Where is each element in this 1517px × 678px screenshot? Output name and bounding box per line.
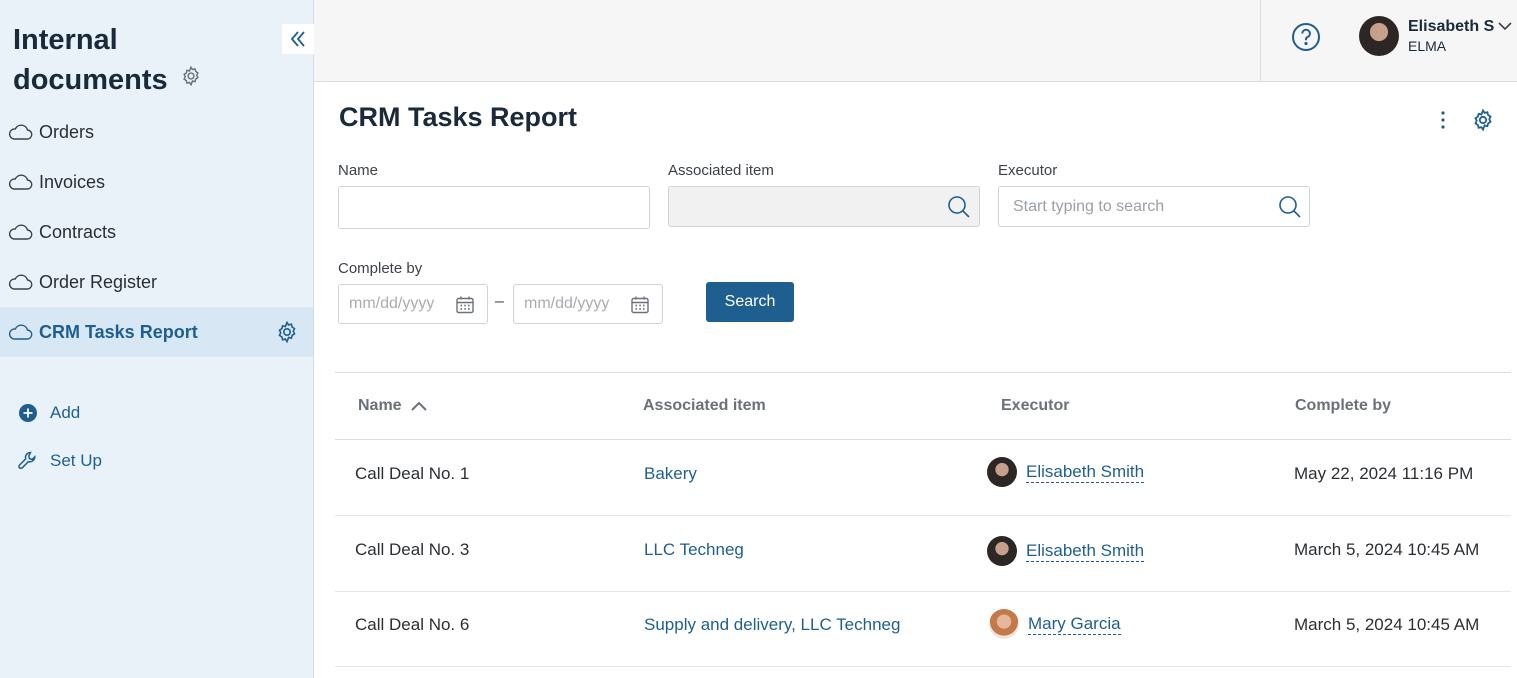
task-name[interactable]: Call Deal No. 1 (355, 464, 469, 484)
date-range-separator: – (495, 293, 504, 310)
cloud-icon (8, 174, 33, 190)
executor-link[interactable]: Mary Garcia (1028, 614, 1121, 635)
executor-search-input[interactable] (998, 186, 1310, 227)
plus-circle-icon (16, 403, 40, 423)
sidebar-item-orders[interactable]: Orders (0, 107, 313, 157)
associated-item-filter-input[interactable] (668, 186, 980, 227)
app-settings-gear-icon[interactable] (180, 58, 202, 98)
executor-cell: Elisabeth Smith (987, 536, 1145, 566)
collapse-sidebar-button[interactable] (282, 24, 314, 54)
associated-item-link[interactable]: Supply and delivery, LLC Techneg (644, 615, 900, 635)
search-icon[interactable] (1277, 194, 1303, 220)
user-name: Elisabeth S (1408, 18, 1495, 35)
avatar (987, 457, 1017, 487)
page-settings-button[interactable] (1471, 108, 1495, 137)
column-header-complete-by[interactable]: Complete by (1295, 397, 1391, 415)
cloud-icon (8, 224, 33, 240)
executor-filter-label: Executor (998, 162, 1058, 179)
name-filter-input[interactable] (338, 186, 650, 229)
executor-link[interactable]: Elisabeth Smith (1026, 541, 1145, 562)
setup-label: Set Up (50, 451, 102, 470)
cloud-icon (8, 274, 33, 290)
question-circle-icon (1292, 23, 1320, 51)
complete-by-date: March 5, 2024 10:45 AM (1294, 540, 1480, 559)
top-bar: Elisabeth S ELMA (314, 0, 1517, 82)
help-button[interactable] (1291, 22, 1321, 57)
search-button[interactable]: Search (706, 282, 794, 322)
date-from-input[interactable]: mm/dd/yyyy (338, 284, 488, 324)
double-chevron-left-icon (290, 31, 305, 47)
sidebar: Internal documents Orders Invoices Contr… (0, 0, 314, 678)
executor-cell: Elisabeth Smith (987, 457, 1145, 487)
complete-by-date: March 5, 2024 10:45 AM (1294, 615, 1480, 634)
avatar (1359, 16, 1399, 56)
complete-by-filter-label: Complete by (338, 260, 423, 277)
sidebar-item-label: Order Register (39, 271, 158, 292)
table-row[interactable]: Call Deal No. 3 LLC Techneg Elisabeth Sm… (335, 516, 1511, 592)
cloud-icon (8, 124, 33, 140)
date-to-input[interactable]: mm/dd/yyyy (513, 284, 663, 324)
executor-cell: Mary Garcia (989, 609, 1121, 639)
wrench-icon (16, 449, 40, 473)
add-button[interactable]: Add (16, 403, 80, 423)
search-icon[interactable] (946, 194, 972, 220)
associated-item-link[interactable]: Bakery (644, 464, 697, 484)
add-label: Add (50, 403, 81, 422)
executor-link[interactable]: Elisabeth Smith (1026, 462, 1145, 483)
sidebar-item-invoices[interactable]: Invoices (0, 157, 313, 207)
gear-icon (1474, 108, 1492, 132)
column-header-name[interactable]: Name (358, 397, 428, 415)
sidebar-item-crm-tasks-report[interactable]: CRM Tasks Report (0, 307, 313, 357)
calendar-icon[interactable] (630, 295, 650, 315)
complete-by-date: May 22, 2024 11:16 PM (1294, 464, 1474, 483)
table-row[interactable]: Call Deal No. 6 Supply and delivery, LLC… (335, 591, 1511, 667)
associated-item-filter-label: Associated item (668, 162, 774, 179)
date-to-placeholder: mm/dd/yyyy (524, 295, 610, 312)
task-name[interactable]: Call Deal No. 3 (355, 540, 469, 560)
kebab-menu-icon (1441, 111, 1445, 129)
column-header-label: Name (358, 397, 402, 414)
user-org: ELMA (1408, 38, 1447, 54)
column-header-executor[interactable]: Executor (1001, 397, 1069, 415)
column-header-associated-item[interactable]: Associated item (643, 397, 766, 415)
setup-button[interactable]: Set Up (16, 449, 102, 473)
page-title: CRM Tasks Report (339, 102, 578, 132)
avatar (989, 609, 1019, 639)
item-settings-gear-icon[interactable] (275, 320, 299, 349)
date-from-placeholder: mm/dd/yyyy (349, 295, 435, 312)
app-title-text: Internal documents (13, 24, 168, 96)
cloud-icon (8, 324, 33, 340)
table-row[interactable]: Call Deal No. 1 Bakery Elisabeth Smith M… (335, 440, 1511, 516)
app-title: Internal documents (13, 20, 253, 100)
more-options-button[interactable] (1436, 109, 1450, 136)
task-name[interactable]: Call Deal No. 6 (355, 615, 469, 635)
topbar-divider (1260, 0, 1261, 82)
user-menu[interactable]: Elisabeth S ELMA (1359, 16, 1513, 56)
avatar (987, 536, 1017, 566)
sidebar-item-contracts[interactable]: Contracts (0, 207, 313, 257)
chevron-down-icon (1498, 22, 1512, 31)
sidebar-item-label: CRM Tasks Report (39, 321, 198, 342)
sort-ascending-icon (410, 401, 427, 411)
calendar-icon[interactable] (455, 295, 475, 315)
sidebar-item-label: Invoices (39, 171, 106, 192)
sidebar-item-label: Orders (39, 121, 95, 142)
associated-item-link[interactable]: LLC Techneg (644, 540, 744, 560)
table-divider (335, 372, 1511, 373)
name-filter-label: Name (338, 162, 379, 179)
sidebar-item-label: Contracts (39, 221, 117, 242)
sidebar-item-order-register[interactable]: Order Register (0, 257, 313, 307)
